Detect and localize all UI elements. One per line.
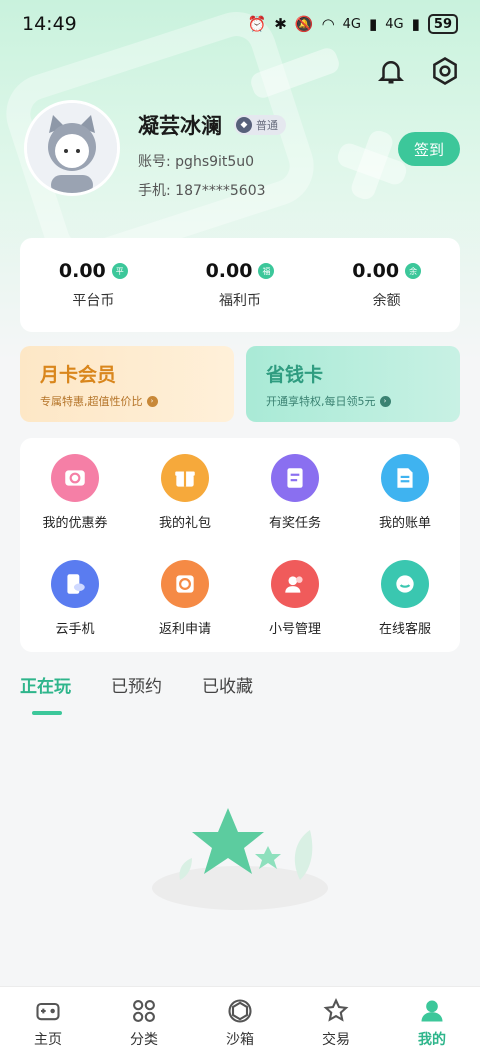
nav-label: 我的 bbox=[418, 1031, 446, 1048]
grid-item-coupons[interactable]: 我的优惠券 bbox=[20, 438, 130, 538]
alarm-icon: ⏰ bbox=[247, 15, 267, 33]
grid-label: 云手机 bbox=[55, 622, 95, 637]
promo-subtitle: 专属特惠,超值性价比 bbox=[40, 395, 143, 408]
grid-item-bills[interactable]: 我的账单 bbox=[350, 438, 460, 538]
sandbox-icon bbox=[228, 998, 252, 1023]
avatar-image bbox=[27, 103, 117, 193]
saver-card-banner[interactable]: 省钱卡 开通享特权,每日领5元 › bbox=[246, 346, 460, 422]
bluetooth-icon: ✱ bbox=[274, 15, 287, 33]
bottom-nav: 主页 分类 沙箱 交易 我的 bbox=[0, 986, 480, 1058]
status-bar: 14:49 ⏰ ✱ 🔕 ◠ 4G ▮ 4G ▮ 59 bbox=[0, 0, 480, 48]
coin-icon: 平 bbox=[111, 263, 128, 279]
phone-label: 手机: bbox=[138, 183, 171, 199]
level-badge: ◆ 普通 bbox=[234, 115, 286, 135]
grid-item-tasks[interactable]: 有奖任务 bbox=[240, 438, 350, 538]
diamond-icon: ◆ bbox=[236, 117, 252, 133]
signal-1-icon: ▮ bbox=[369, 15, 378, 33]
coupon-icon bbox=[51, 454, 99, 502]
gamepad-icon bbox=[36, 1002, 60, 1020]
coin-icon: 余 bbox=[405, 263, 422, 279]
grid-label: 有奖任务 bbox=[268, 516, 321, 531]
account-label: 账号: bbox=[138, 154, 171, 170]
mute-icon: 🔕 bbox=[294, 15, 314, 33]
empty-state-illustration bbox=[152, 808, 328, 910]
grid-item-sub-accounts[interactable]: 小号管理 bbox=[240, 544, 350, 644]
nav-label: 主页 bbox=[34, 1031, 62, 1048]
signal-1-label: 4G bbox=[342, 16, 362, 32]
promo-title: 省钱卡 bbox=[266, 364, 324, 386]
nav-label: 交易 bbox=[322, 1031, 350, 1048]
battery-indicator: 59 bbox=[427, 14, 458, 34]
promo-title: 月卡会员 bbox=[40, 364, 117, 386]
signal-2-icon: ▮ bbox=[411, 15, 420, 33]
grid-label: 我的账单 bbox=[378, 516, 431, 531]
tab-indicator bbox=[32, 711, 62, 715]
grid-item-support[interactable]: 在线客服 bbox=[350, 544, 460, 644]
balance-remaining[interactable]: 0.00 余 余额 bbox=[313, 238, 460, 332]
category-icon bbox=[133, 999, 155, 1022]
balance-value: 0.00 bbox=[205, 260, 253, 282]
coin-icon: 福 bbox=[258, 263, 275, 279]
avatar[interactable] bbox=[24, 100, 120, 196]
grid-item-gifts[interactable]: 我的礼包 bbox=[130, 438, 240, 538]
balance-label: 平台币 bbox=[72, 293, 115, 309]
nav-label: 分类 bbox=[130, 1031, 158, 1048]
bell-icon[interactable] bbox=[376, 56, 406, 86]
balance-welfare-coin[interactable]: 0.00 福 福利币 bbox=[167, 238, 314, 332]
rebate-icon bbox=[161, 560, 209, 608]
cloud-phone-icon bbox=[51, 560, 99, 608]
signin-button[interactable]: 签到 bbox=[398, 132, 460, 166]
trade-icon bbox=[323, 997, 349, 1022]
feature-grid: 我的优惠券 我的礼包 有奖任务 我的账单 云手机 返利申请 小号管理 在线客服 bbox=[20, 438, 460, 652]
bill-icon bbox=[381, 454, 429, 502]
signal-2-label: 4G bbox=[385, 16, 404, 32]
profile-icon bbox=[421, 1000, 443, 1021]
balance-value: 0.00 bbox=[352, 260, 400, 282]
level-label: 普通 bbox=[256, 119, 278, 132]
grid-label: 我的优惠券 bbox=[42, 516, 108, 531]
task-icon bbox=[271, 454, 319, 502]
chevron-right-icon: › bbox=[146, 395, 158, 407]
phone-value: 187****5603 bbox=[175, 183, 266, 199]
balance-label: 余额 bbox=[372, 293, 401, 309]
accounts-icon bbox=[271, 560, 319, 608]
settings-icon[interactable] bbox=[430, 56, 460, 86]
grid-item-rebate[interactable]: 返利申请 bbox=[130, 544, 240, 644]
promo-subtitle: 开通享特权,每日领5元 bbox=[266, 395, 376, 408]
grid-item-cloud-phone[interactable]: 云手机 bbox=[20, 544, 130, 644]
support-icon bbox=[381, 560, 429, 608]
tab-reserved[interactable]: 已预约 bbox=[111, 672, 162, 697]
status-time: 14:49 bbox=[22, 13, 77, 35]
balance-value: 0.00 bbox=[58, 260, 106, 282]
nav-sandbox[interactable]: 沙箱 bbox=[192, 987, 288, 1058]
account-value: pghs9it5u0 bbox=[175, 154, 255, 170]
nav-category[interactable]: 分类 bbox=[96, 987, 192, 1058]
phone-line: 手机: 187****5603 bbox=[138, 180, 266, 200]
nav-label: 沙箱 bbox=[226, 1031, 254, 1048]
nav-trade[interactable]: 交易 bbox=[288, 987, 384, 1058]
gift-icon bbox=[161, 454, 209, 502]
game-tabs: 正在玩 已预约 已收藏 bbox=[20, 672, 253, 697]
wifi-icon: ◠ bbox=[321, 15, 335, 33]
grid-label: 小号管理 bbox=[268, 622, 321, 637]
balance-label: 福利币 bbox=[219, 293, 261, 309]
chevron-right-icon: › bbox=[379, 395, 391, 407]
balance-platform-coin[interactable]: 0.00 平 平台币 bbox=[20, 238, 167, 332]
nickname: 凝芸冰澜 bbox=[138, 114, 222, 138]
monthly-card-banner[interactable]: 月卡会员 专属特惠,超值性价比 › bbox=[20, 346, 234, 422]
nav-profile[interactable]: 我的 bbox=[384, 987, 480, 1058]
balance-card: 0.00 平 平台币 0.00 福 福利币 0.00 余 余额 bbox=[20, 238, 460, 332]
grid-label: 在线客服 bbox=[378, 622, 431, 637]
nav-home[interactable]: 主页 bbox=[0, 987, 96, 1058]
account-line: 账号: pghs9it5u0 bbox=[138, 151, 254, 171]
grid-label: 返利申请 bbox=[158, 622, 211, 637]
tab-favorites[interactable]: 已收藏 bbox=[202, 672, 253, 697]
grid-label: 我的礼包 bbox=[158, 516, 211, 531]
tab-playing[interactable]: 正在玩 bbox=[20, 672, 71, 697]
